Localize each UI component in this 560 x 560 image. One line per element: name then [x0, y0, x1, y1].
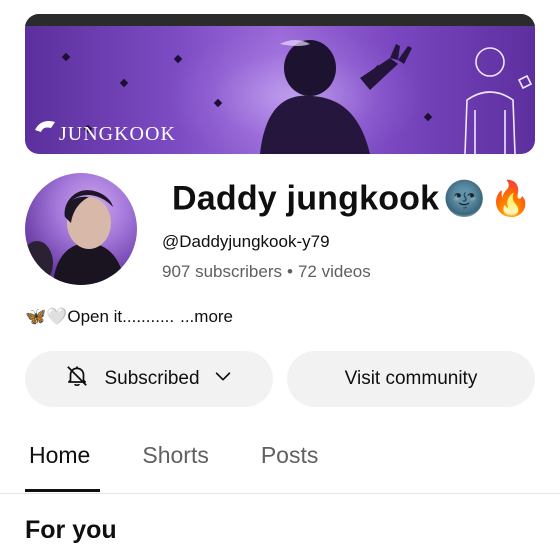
svg-text:JUNGKOOK: JUNGKOOK	[59, 123, 176, 145]
subscriber-count: 907 subscribers	[162, 262, 283, 281]
channel-name-text: Daddy jungkook	[172, 179, 440, 218]
butterfly-emoji: 🦋	[25, 307, 47, 326]
white-heart-emoji: 🤍	[46, 307, 68, 326]
channel-banner: JUNGKOOK	[25, 14, 535, 154]
banner-line-art	[464, 47, 533, 154]
banner-top-strip	[25, 14, 535, 26]
visit-community-label: Visit community	[344, 368, 478, 389]
avatar-image	[25, 190, 125, 285]
stats-separator: •	[287, 262, 293, 281]
sparkle-icon	[61, 52, 71, 62]
bell-off-icon	[64, 363, 90, 395]
fire-emoji: 🔥	[489, 180, 533, 219]
description-text: Open it...........	[67, 307, 175, 326]
active-tab-indicator	[25, 489, 100, 492]
visit-community-button[interactable]: Visit community	[287, 351, 535, 407]
more-link[interactable]: ...more	[180, 307, 233, 327]
chevron-down-icon	[212, 365, 234, 393]
channel-avatar[interactable]	[25, 173, 137, 285]
banner-figure-silhouette	[260, 40, 412, 154]
channel-description[interactable]: 🦋 🤍 Open it........... ...more	[25, 307, 233, 327]
channel-handle: @Daddyjungkook-y79	[162, 232, 330, 251]
video-count: 72 videos	[297, 262, 371, 281]
tab-home[interactable]: Home	[25, 440, 94, 492]
subscribed-button[interactable]: Subscribed	[25, 351, 273, 407]
channel-name: Daddy jungkook 🌚 🔥	[172, 178, 532, 219]
subscribed-label: Subscribed	[104, 368, 200, 389]
tab-shorts[interactable]: Shorts	[138, 440, 212, 492]
tabs-divider	[0, 493, 560, 494]
new-moon-face-emoji: 🌚	[443, 180, 486, 219]
banner-logo: JUNGKOOK	[35, 121, 176, 145]
channel-stats: 907 subscribers • 72 videos	[162, 262, 371, 282]
sparkle-icon	[119, 78, 129, 88]
channel-tabs: Home Shorts Posts	[25, 440, 366, 492]
tab-posts[interactable]: Posts	[257, 440, 323, 492]
section-title: For you	[25, 516, 117, 544]
